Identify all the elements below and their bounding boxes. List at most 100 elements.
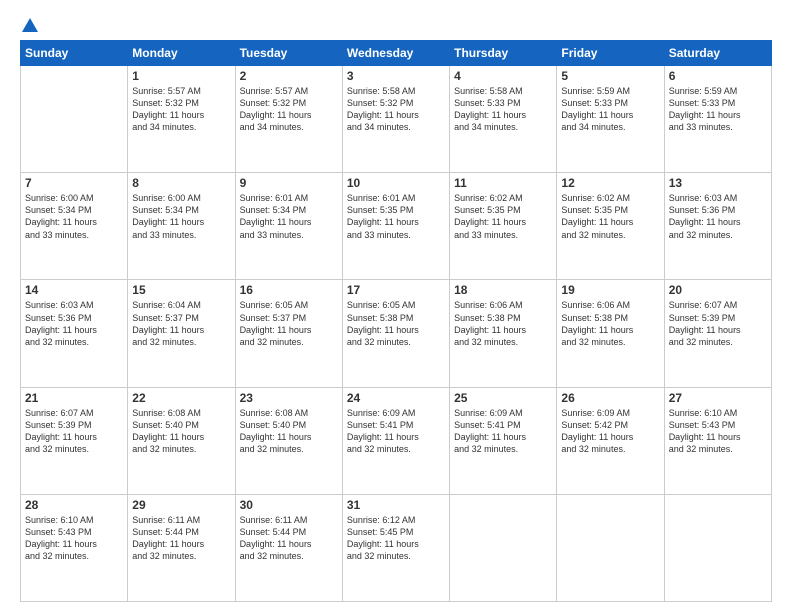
calendar-cell: 5 Sunrise: 5:59 AM Sunset: 5:33 PM Daylig… [557, 66, 664, 173]
day-number: 1 [132, 69, 230, 83]
day-number: 24 [347, 391, 445, 405]
calendar-cell [664, 494, 771, 601]
day-number: 3 [347, 69, 445, 83]
day-number: 11 [454, 176, 552, 190]
calendar-cell: 24 Sunrise: 6:09 AM Sunset: 5:41 PM Dayli… [342, 387, 449, 494]
weekday-header-saturday: Saturday [664, 41, 771, 66]
day-number: 8 [132, 176, 230, 190]
day-number: 12 [561, 176, 659, 190]
day-info: Sunrise: 6:08 AM Sunset: 5:40 PM Dayligh… [132, 407, 230, 456]
day-number: 16 [240, 283, 338, 297]
day-info: Sunrise: 6:02 AM Sunset: 5:35 PM Dayligh… [454, 192, 552, 241]
day-info: Sunrise: 6:09 AM Sunset: 5:42 PM Dayligh… [561, 407, 659, 456]
calendar-cell [21, 66, 128, 173]
day-info: Sunrise: 6:10 AM Sunset: 5:43 PM Dayligh… [669, 407, 767, 456]
day-number: 23 [240, 391, 338, 405]
calendar-cell [450, 494, 557, 601]
calendar-cell [557, 494, 664, 601]
calendar-cell: 6 Sunrise: 5:59 AM Sunset: 5:33 PM Daylig… [664, 66, 771, 173]
day-info: Sunrise: 6:09 AM Sunset: 5:41 PM Dayligh… [347, 407, 445, 456]
calendar-cell: 1 Sunrise: 5:57 AM Sunset: 5:32 PM Daylig… [128, 66, 235, 173]
day-info: Sunrise: 5:58 AM Sunset: 5:33 PM Dayligh… [454, 85, 552, 134]
calendar-cell: 23 Sunrise: 6:08 AM Sunset: 5:40 PM Dayli… [235, 387, 342, 494]
day-number: 20 [669, 283, 767, 297]
day-number: 27 [669, 391, 767, 405]
day-number: 7 [25, 176, 123, 190]
weekday-header-tuesday: Tuesday [235, 41, 342, 66]
calendar-table: SundayMondayTuesdayWednesdayThursdayFrid… [20, 40, 772, 602]
day-number: 29 [132, 498, 230, 512]
day-info: Sunrise: 6:07 AM Sunset: 5:39 PM Dayligh… [25, 407, 123, 456]
calendar-cell: 8 Sunrise: 6:00 AM Sunset: 5:34 PM Daylig… [128, 173, 235, 280]
calendar-week-row: 28 Sunrise: 6:10 AM Sunset: 5:43 PM Dayli… [21, 494, 772, 601]
calendar-cell: 22 Sunrise: 6:08 AM Sunset: 5:40 PM Dayli… [128, 387, 235, 494]
day-number: 13 [669, 176, 767, 190]
day-number: 5 [561, 69, 659, 83]
day-number: 4 [454, 69, 552, 83]
day-info: Sunrise: 5:59 AM Sunset: 5:33 PM Dayligh… [669, 85, 767, 134]
day-info: Sunrise: 6:08 AM Sunset: 5:40 PM Dayligh… [240, 407, 338, 456]
calendar-cell: 2 Sunrise: 5:57 AM Sunset: 5:32 PM Daylig… [235, 66, 342, 173]
calendar-week-row: 7 Sunrise: 6:00 AM Sunset: 5:34 PM Daylig… [21, 173, 772, 280]
day-info: Sunrise: 6:00 AM Sunset: 5:34 PM Dayligh… [132, 192, 230, 241]
calendar-week-row: 21 Sunrise: 6:07 AM Sunset: 5:39 PM Dayli… [21, 387, 772, 494]
calendar-cell: 26 Sunrise: 6:09 AM Sunset: 5:42 PM Dayli… [557, 387, 664, 494]
day-number: 15 [132, 283, 230, 297]
day-info: Sunrise: 6:12 AM Sunset: 5:45 PM Dayligh… [347, 514, 445, 563]
day-info: Sunrise: 6:11 AM Sunset: 5:44 PM Dayligh… [132, 514, 230, 563]
day-info: Sunrise: 5:59 AM Sunset: 5:33 PM Dayligh… [561, 85, 659, 134]
weekday-header-thursday: Thursday [450, 41, 557, 66]
header [20, 18, 772, 34]
day-number: 19 [561, 283, 659, 297]
calendar-cell: 16 Sunrise: 6:05 AM Sunset: 5:37 PM Dayli… [235, 280, 342, 387]
day-info: Sunrise: 6:01 AM Sunset: 5:35 PM Dayligh… [347, 192, 445, 241]
day-number: 2 [240, 69, 338, 83]
calendar-cell: 28 Sunrise: 6:10 AM Sunset: 5:43 PM Dayli… [21, 494, 128, 601]
calendar-cell: 27 Sunrise: 6:10 AM Sunset: 5:43 PM Dayli… [664, 387, 771, 494]
day-info: Sunrise: 6:06 AM Sunset: 5:38 PM Dayligh… [561, 299, 659, 348]
calendar-week-row: 1 Sunrise: 5:57 AM Sunset: 5:32 PM Daylig… [21, 66, 772, 173]
day-info: Sunrise: 6:05 AM Sunset: 5:37 PM Dayligh… [240, 299, 338, 348]
calendar-cell: 9 Sunrise: 6:01 AM Sunset: 5:34 PM Daylig… [235, 173, 342, 280]
calendar-cell: 19 Sunrise: 6:06 AM Sunset: 5:38 PM Dayli… [557, 280, 664, 387]
day-info: Sunrise: 6:11 AM Sunset: 5:44 PM Dayligh… [240, 514, 338, 563]
day-number: 21 [25, 391, 123, 405]
day-number: 9 [240, 176, 338, 190]
day-number: 25 [454, 391, 552, 405]
day-info: Sunrise: 6:03 AM Sunset: 5:36 PM Dayligh… [25, 299, 123, 348]
calendar-cell: 3 Sunrise: 5:58 AM Sunset: 5:32 PM Daylig… [342, 66, 449, 173]
calendar-cell: 4 Sunrise: 5:58 AM Sunset: 5:33 PM Daylig… [450, 66, 557, 173]
calendar-cell: 13Sunrise: 6:03 AM Sunset: 5:36 PM Dayli… [664, 173, 771, 280]
calendar-cell: 12 Sunrise: 6:02 AM Sunset: 5:35 PM Dayli… [557, 173, 664, 280]
day-number: 6 [669, 69, 767, 83]
day-number: 30 [240, 498, 338, 512]
calendar-cell: 31Sunrise: 6:12 AM Sunset: 5:45 PM Dayli… [342, 494, 449, 601]
day-info: Sunrise: 5:57 AM Sunset: 5:32 PM Dayligh… [240, 85, 338, 134]
page: SundayMondayTuesdayWednesdayThursdayFrid… [0, 0, 792, 612]
calendar-cell: 25Sunrise: 6:09 AM Sunset: 5:41 PM Dayli… [450, 387, 557, 494]
day-info: Sunrise: 6:10 AM Sunset: 5:43 PM Dayligh… [25, 514, 123, 563]
day-number: 26 [561, 391, 659, 405]
calendar-cell: 21 Sunrise: 6:07 AM Sunset: 5:39 PM Dayli… [21, 387, 128, 494]
day-number: 18 [454, 283, 552, 297]
day-number: 14 [25, 283, 123, 297]
day-info: Sunrise: 6:07 AM Sunset: 5:39 PM Dayligh… [669, 299, 767, 348]
day-number: 22 [132, 391, 230, 405]
calendar-cell: 20 Sunrise: 6:07 AM Sunset: 5:39 PM Dayli… [664, 280, 771, 387]
day-info: Sunrise: 6:04 AM Sunset: 5:37 PM Dayligh… [132, 299, 230, 348]
calendar-cell: 29 Sunrise: 6:11 AM Sunset: 5:44 PM Dayli… [128, 494, 235, 601]
day-number: 28 [25, 498, 123, 512]
weekday-header-monday: Monday [128, 41, 235, 66]
calendar-week-row: 14 Sunrise: 6:03 AM Sunset: 5:36 PM Dayli… [21, 280, 772, 387]
day-info: Sunrise: 5:58 AM Sunset: 5:32 PM Dayligh… [347, 85, 445, 134]
day-info: Sunrise: 6:00 AM Sunset: 5:34 PM Dayligh… [25, 192, 123, 241]
day-info: Sunrise: 6:02 AM Sunset: 5:35 PM Dayligh… [561, 192, 659, 241]
calendar-cell: 15 Sunrise: 6:04 AM Sunset: 5:37 PM Dayli… [128, 280, 235, 387]
day-number: 17 [347, 283, 445, 297]
calendar-cell: 30 Sunrise: 6:11 AM Sunset: 5:44 PM Dayli… [235, 494, 342, 601]
logo [20, 18, 38, 34]
calendar-cell: 14 Sunrise: 6:03 AM Sunset: 5:36 PM Dayli… [21, 280, 128, 387]
day-info: Sunrise: 6:01 AM Sunset: 5:34 PM Dayligh… [240, 192, 338, 241]
calendar-header-row: SundayMondayTuesdayWednesdayThursdayFrid… [21, 41, 772, 66]
day-info: Sunrise: 5:57 AM Sunset: 5:32 PM Dayligh… [132, 85, 230, 134]
